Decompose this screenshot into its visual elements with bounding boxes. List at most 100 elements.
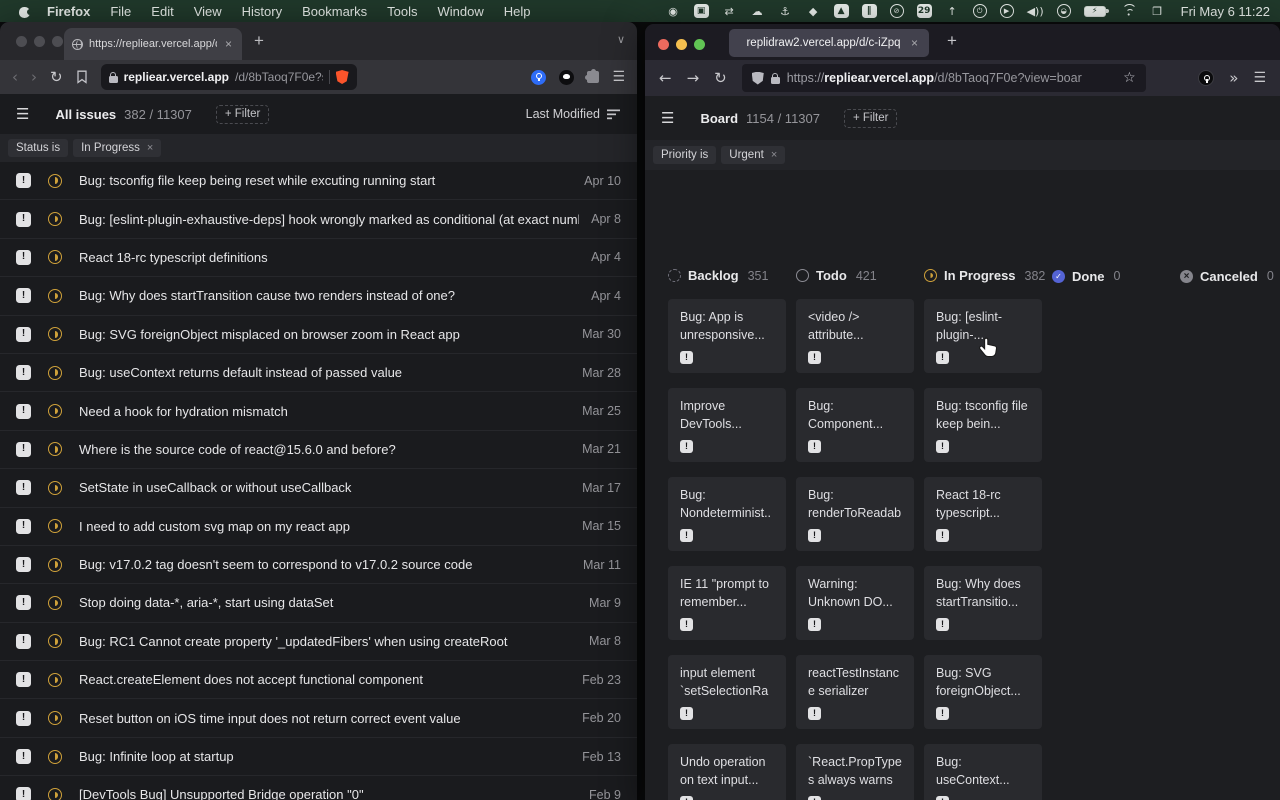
- menu-item[interactable]: Edit: [151, 4, 173, 19]
- issue-card[interactable]: Bug: renderToReadab !: [796, 477, 914, 551]
- sidebar-toggle-icon[interactable]: ☰: [16, 105, 29, 123]
- play-icon[interactable]: ▶: [1000, 4, 1014, 18]
- issue-row[interactable]: ! Bug: Why does startTransition cause tw…: [0, 277, 637, 315]
- remove-filter-icon[interactable]: ×: [771, 149, 777, 161]
- tab-close-icon[interactable]: ×: [909, 36, 920, 50]
- issue-row[interactable]: ! Bug: v17.0.2 tag doesn't seem to corre…: [0, 546, 637, 584]
- dropbox-icon[interactable]: ◆: [806, 3, 821, 19]
- docker-icon[interactable]: ⚓: [778, 3, 793, 19]
- issue-row[interactable]: ! [DevTools Bug] Unsupported Bridge oper…: [0, 776, 637, 800]
- issue-card[interactable]: Bug: [eslint-plugin-... !: [924, 299, 1042, 373]
- address-bar[interactable]: https:// repliear.vercel.app /d/8bTaoq7F…: [742, 64, 1146, 92]
- back-button[interactable]: ‹: [12, 70, 18, 85]
- issue-row[interactable]: ! SetState in useCallback or without use…: [0, 469, 637, 507]
- cloud-icon[interactable]: ☁: [750, 3, 765, 19]
- back-button[interactable]: ←: [659, 71, 672, 86]
- menu-bar-clock[interactable]: Fri May 6 11:22: [1181, 4, 1270, 19]
- zoom-window-button[interactable]: [694, 39, 705, 50]
- reload-button[interactable]: ↻: [714, 71, 727, 86]
- new-tab-button[interactable]: +: [254, 32, 264, 49]
- filter-value-chip[interactable]: In Progress ×: [73, 139, 161, 157]
- issue-card[interactable]: Bug: SVG foreignObject... !: [924, 655, 1042, 729]
- issue-card[interactable]: reactTestInstance serializer !: [796, 655, 914, 729]
- wifi-icon[interactable]: •: [1121, 3, 1137, 19]
- upload-icon[interactable]: ↑: [945, 3, 960, 19]
- menu-item[interactable]: History: [242, 4, 282, 19]
- user-switch-icon[interactable]: ❐: [1150, 3, 1165, 19]
- one-password-extension-icon[interactable]: [1198, 70, 1214, 86]
- close-window-button[interactable]: [658, 39, 669, 50]
- filter-field-chip[interactable]: Status is: [8, 139, 68, 157]
- one-password-extension-icon[interactable]: [531, 70, 546, 85]
- issue-card[interactable]: Bug: tsconfig file keep bein... !: [924, 388, 1042, 462]
- close-window-button[interactable]: [16, 36, 27, 47]
- sync-icon[interactable]: ⇄: [722, 3, 737, 19]
- issue-row[interactable]: ! React.createElement does not accept fu…: [0, 661, 637, 699]
- hidden-bar-icon[interactable]: ▲: [834, 4, 849, 18]
- issue-card[interactable]: Bug: Component... !: [796, 388, 914, 462]
- sidebar-toggle-icon[interactable]: ☰: [661, 109, 674, 127]
- extensions-puzzle-icon[interactable]: [587, 71, 599, 83]
- issue-row[interactable]: ! Bug: SVG foreignObject misplaced on br…: [0, 316, 637, 354]
- sort-control[interactable]: Last Modified: [526, 107, 621, 121]
- issue-card[interactable]: Bug: useContext... !: [924, 744, 1042, 800]
- menu-item[interactable]: Help: [504, 4, 531, 19]
- issue-card[interactable]: input element `setSelectionRa !: [668, 655, 786, 729]
- issue-card[interactable]: `React.PropTypes always warns ab !: [796, 744, 914, 800]
- github-extension-icon[interactable]: [559, 70, 574, 85]
- add-filter-button[interactable]: + Filter: [844, 109, 897, 128]
- bookmark-icon[interactable]: [76, 70, 88, 84]
- menu-item[interactable]: Window: [438, 4, 484, 19]
- browser-tab[interactable]: replidraw2.vercel.app/d/c-iZpq ×: [729, 29, 929, 57]
- screen-record-icon[interactable]: ◉: [666, 3, 681, 19]
- apple-menu-icon[interactable]: [18, 4, 31, 18]
- brave-shield-icon[interactable]: [336, 70, 349, 84]
- bookmark-star-icon[interactable]: ☆: [1123, 70, 1136, 86]
- issue-row[interactable]: ! Bug: useContext returns default instea…: [0, 354, 637, 392]
- menu-item[interactable]: Bookmarks: [302, 4, 367, 19]
- issue-card[interactable]: Improve DevTools... !: [668, 388, 786, 462]
- menu-app-name[interactable]: Firefox: [47, 4, 90, 19]
- browser-tab[interactable]: https://repliear.vercel.app/d/8b ×: [64, 28, 242, 60]
- filter-value-chip[interactable]: Urgent ×: [721, 146, 785, 164]
- address-bar[interactable]: repliear.vercel.app /d/8bTaoq7F0e?status…: [101, 64, 357, 90]
- tab-overflow-chevron-icon[interactable]: ∨: [617, 33, 625, 46]
- menu-item[interactable]: View: [194, 4, 222, 19]
- issue-card[interactable]: Bug: Nondeterminist... !: [668, 477, 786, 551]
- forward-button[interactable]: →: [687, 71, 700, 86]
- issue-row[interactable]: ! Stop doing data-*, aria-*, start using…: [0, 584, 637, 622]
- tracking-protection-shield-icon[interactable]: [752, 72, 764, 85]
- zoom-window-button[interactable]: [52, 36, 63, 47]
- toolbar-overflow-icon[interactable]: »: [1229, 71, 1238, 86]
- new-tab-button[interactable]: +: [947, 32, 957, 49]
- one-password-icon[interactable]: ⊘: [890, 4, 904, 18]
- issue-row[interactable]: ! Where is the source code of react@15.6…: [0, 431, 637, 469]
- minimize-window-button[interactable]: [34, 36, 45, 47]
- remove-filter-icon[interactable]: ×: [147, 142, 153, 154]
- volume-icon[interactable]: ◀)): [1027, 3, 1044, 19]
- calendar-icon[interactable]: 29: [917, 4, 932, 18]
- reload-button[interactable]: ↻: [50, 70, 63, 85]
- filter-field-chip[interactable]: Priority is: [653, 146, 716, 164]
- add-filter-button[interactable]: + Filter: [216, 105, 269, 124]
- issue-card[interactable]: IE 11 "prompt to remember... !: [668, 566, 786, 640]
- issue-card[interactable]: React 18-rc typescript... !: [924, 477, 1042, 551]
- issue-row[interactable]: ! Bug: Infinite loop at startup Feb 13: [0, 738, 637, 776]
- tab-close-icon[interactable]: ×: [223, 37, 234, 51]
- menu-item[interactable]: File: [110, 4, 131, 19]
- issue-card[interactable]: Undo operation on text input... !: [668, 744, 786, 800]
- menu-item[interactable]: Tools: [387, 4, 417, 19]
- issue-row[interactable]: ! Bug: tsconfig file keep being reset wh…: [0, 162, 637, 200]
- camera-icon[interactable]: ▣: [694, 4, 709, 18]
- issue-card[interactable]: Bug: App is unresponsive... !: [668, 299, 786, 373]
- issue-card[interactable]: <video /> attribute... !: [796, 299, 914, 373]
- issue-row[interactable]: ! I need to add custom svg map on my rea…: [0, 508, 637, 546]
- power-icon[interactable]: ⏻: [973, 4, 987, 18]
- issue-row[interactable]: ! Bug: RC1 Cannot create property '_upda…: [0, 623, 637, 661]
- minimize-window-button[interactable]: [676, 39, 687, 50]
- forward-button[interactable]: ›: [31, 70, 37, 85]
- issue-row[interactable]: ! React 18-rc typescript definitions Apr…: [0, 239, 637, 277]
- issue-card[interactable]: Warning: Unknown DO... !: [796, 566, 914, 640]
- issue-row[interactable]: ! Reset button on iOS time input does no…: [0, 699, 637, 737]
- notification-icon[interactable]: ◒: [1057, 4, 1071, 18]
